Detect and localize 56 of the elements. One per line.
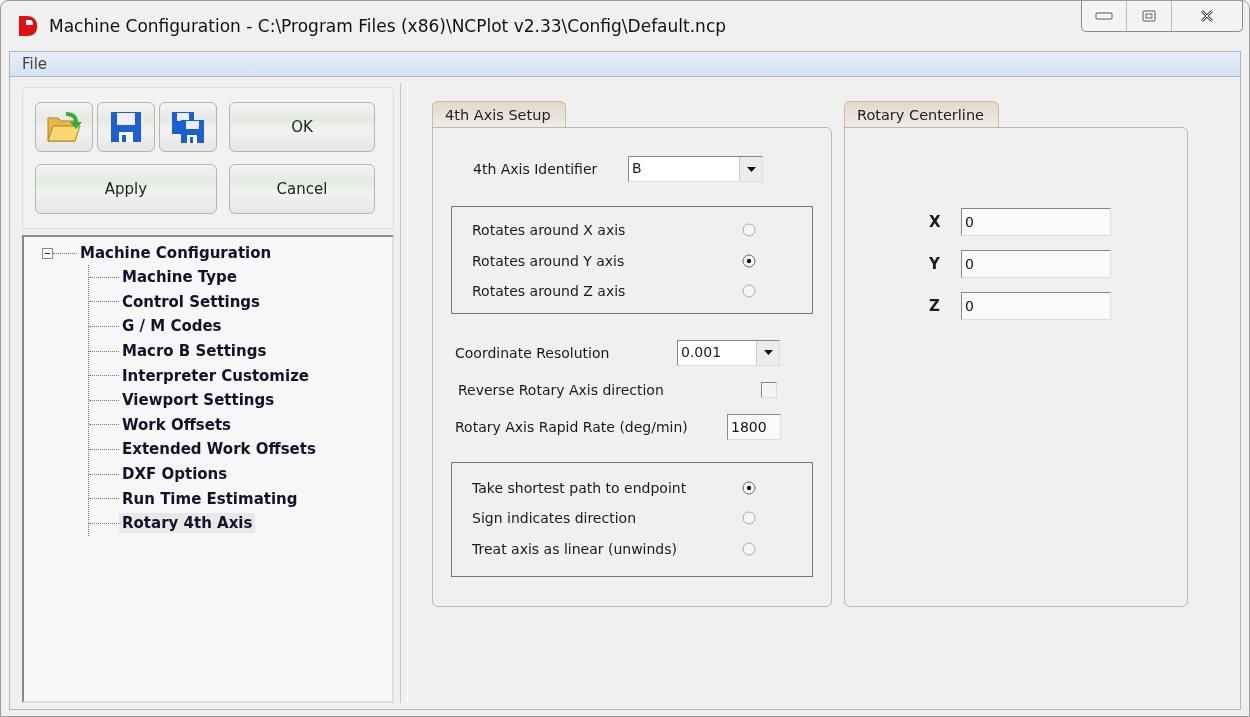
axis-label: Z [929, 297, 941, 315]
app-logo-icon [17, 14, 39, 38]
tree-item[interactable]: Machine Type [119, 267, 240, 288]
option-label: Take shortest path to endpoint [472, 479, 688, 496]
radio-button[interactable] [742, 541, 756, 556]
tree-item[interactable]: G / M Codes [119, 316, 225, 337]
option-label: Rotates around Z axis [472, 283, 627, 300]
radio-button[interactable] [742, 253, 756, 268]
coordinate-field[interactable]: 0 [961, 292, 1111, 320]
coordinate-field[interactable]: 0 [961, 250, 1111, 278]
save-all-button[interactable] [159, 102, 217, 152]
cancel-button[interactable]: Cancel [229, 164, 375, 214]
ok-button[interactable]: OK [229, 102, 375, 152]
maximize-icon [1142, 10, 1156, 22]
minimize-icon [1095, 12, 1113, 20]
splitter-bar[interactable] [400, 83, 408, 703]
close-icon [1199, 9, 1215, 23]
resolution-dropdown[interactable]: 0.001 [677, 339, 780, 366]
option-label: Treat axis as linear (unwinds) [472, 540, 678, 557]
radio-button[interactable] [742, 480, 756, 495]
checkbox[interactable] [761, 381, 777, 398]
radio-button[interactable] [742, 284, 756, 299]
field-label: Coordinate Resolution [455, 344, 611, 361]
tree-item[interactable]: Rotary 4th Axis [119, 513, 256, 534]
tree-item[interactable]: Macro B Settings [119, 341, 270, 362]
tree-item[interactable]: Control Settings [119, 291, 264, 312]
menu-item[interactable]: File [22, 55, 48, 73]
tree-item[interactable]: Viewport Settings [119, 390, 278, 411]
apply-button[interactable]: Apply [35, 164, 217, 214]
tree-item[interactable]: Interpreter Customize [119, 365, 313, 386]
rapid-rate-field[interactable]: 1800 [727, 413, 781, 440]
field-label: Rotary Axis Rapid Rate (deg/min) [455, 418, 689, 435]
dropdown-arrow-icon [763, 350, 773, 355]
save-button[interactable] [97, 102, 155, 152]
field-label: 4th Axis Identifier [473, 161, 599, 177]
tree-item[interactable]: Run Time Estimating [119, 488, 301, 509]
window-title: Machine Configuration - C:\Program Files (x86)\NCPlot v2.33\Config\Default.ncp [49, 16, 728, 36]
open-button[interactable] [35, 102, 93, 152]
option-label: Sign indicates direction [472, 510, 637, 527]
axis-label: X [929, 213, 942, 231]
floppy-disks-icon [170, 110, 206, 144]
option-label: Rotates around X axis [472, 222, 627, 239]
radio-button[interactable] [742, 511, 756, 526]
radio-button[interactable] [742, 223, 756, 238]
option-label: Rotates around Y axis [472, 252, 626, 269]
identifier-dropdown[interactable]: B [628, 156, 763, 182]
tree-item[interactable]: DXF Options [119, 464, 231, 485]
coordinate-field[interactable]: 0 [961, 208, 1111, 236]
collapse-icon[interactable] [42, 247, 53, 259]
tree-item[interactable]: Work Offsets [119, 414, 234, 435]
axis-label: Y [929, 255, 941, 273]
folder-icon [46, 110, 82, 144]
tree-item[interactable]: Extended Work Offsets [119, 439, 319, 460]
tree-item[interactable]: Machine Configuration [77, 243, 275, 263]
field-label: Reverse Rotary Axis direction [458, 381, 665, 398]
dropdown-arrow-icon [746, 166, 756, 172]
